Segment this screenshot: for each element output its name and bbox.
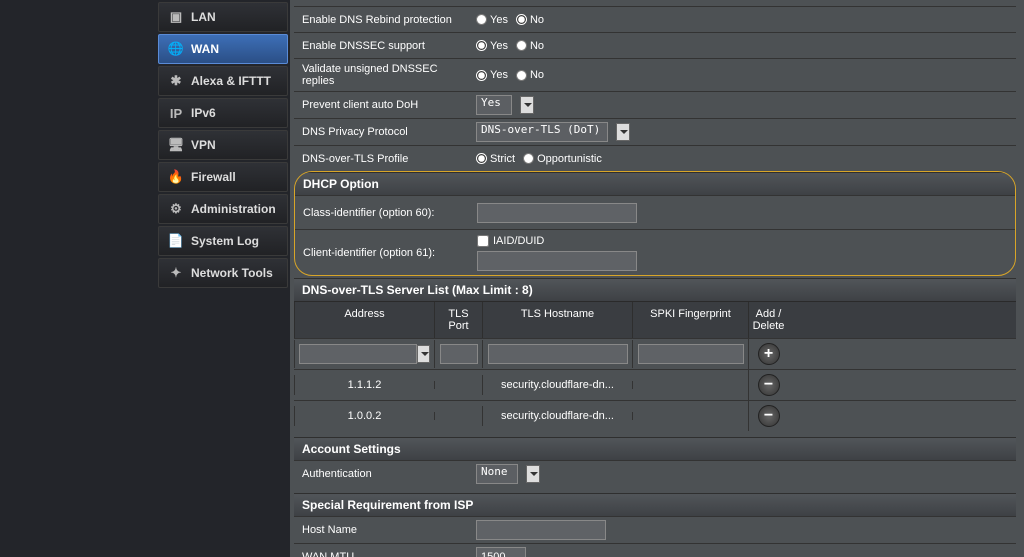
tls-port [434,412,482,420]
sidebar-item-syslog[interactable]: 📄 System Log [158,226,288,256]
tls-list-header: DNS-over-TLS Server List (Max Limit : 8) [294,278,1016,301]
profile-opp[interactable] [523,153,534,164]
add-button[interactable]: + [758,343,780,365]
sidebar-item-label: Alexa & IFTTT [191,74,271,88]
vpn-icon: 🖥 [167,136,185,154]
hostname-label: Host Name [294,520,470,540]
alexa-icon: ✱ [167,72,185,90]
opt60-input[interactable] [477,203,637,223]
opt61-label: Client-identifier (option 61): [295,243,471,263]
syslog-icon: 📄 [167,232,185,250]
profile-strict[interactable] [476,153,487,164]
mtu-label: WAN MTU [294,547,470,557]
privacy-label: DNS Privacy Protocol [294,122,470,142]
auth-select[interactable]: None [476,464,518,484]
sidebar-item-nettools[interactable]: ✦ Network Tools [158,258,288,288]
sidebar-item-label: IPv6 [191,106,216,120]
dnssec-yes[interactable] [476,40,487,51]
sidebar-item-firewall[interactable]: 🔥 Firewall [158,162,288,192]
sidebar-item-admin[interactable]: ⚙ Administration [158,194,288,224]
admin-icon: ⚙ [167,200,185,218]
tls-spki-input[interactable] [638,344,744,364]
iaid-label: IAID/DUID [493,235,544,247]
tls-host: security.cloudflare-dn... [482,406,632,426]
dhcp-option-highlight: DHCP Option Class-identifier (option 60)… [294,171,1016,276]
col-spki: SPKI Fingerprint [632,302,748,338]
col-address: Address [294,302,434,338]
table-row: 1.1.1.2 security.cloudflare-dn... − [294,369,1016,400]
tls-spki [632,412,748,420]
sidebar-item-label: VPN [191,138,216,152]
sidebar-item-label: WAN [191,42,219,56]
tls-spki [632,381,748,389]
col-port: TLS Port [434,302,482,338]
validate-yes[interactable] [476,70,487,81]
tls-host: security.cloudflare-dn... [482,375,632,395]
mtu-input[interactable] [476,547,526,557]
sidebar-item-wan[interactable]: 🌐 WAN [158,34,288,64]
account-header: Account Settings [294,437,1016,460]
sidebar-item-vpn[interactable]: 🖥 VPN [158,130,288,160]
dhcp-option-header: DHCP Option [295,172,1015,195]
sidebar-item-alexa[interactable]: ✱ Alexa & IFTTT [158,66,288,96]
chevron-down-icon[interactable] [417,345,430,363]
opt60-label: Class-identifier (option 60): [295,203,471,223]
tls-input-row: + [294,338,1016,369]
rebind-no[interactable] [516,14,527,25]
tls-table-header: Address TLS Port TLS Hostname SPKI Finge… [294,301,1016,338]
chevron-down-icon[interactable] [616,123,630,141]
sidebar-item-label: Firewall [191,170,236,184]
tls-host-input[interactable] [488,344,628,364]
dnssec-label: Enable DNSSEC support [294,36,470,56]
firewall-icon: 🔥 [167,168,185,186]
col-action: Add / Delete [748,302,788,338]
sidebar-item-label: Administration [191,202,276,216]
tls-addr: 1.1.1.2 [294,375,434,395]
delete-button[interactable]: − [758,405,780,427]
rebind-yes[interactable] [476,14,487,25]
tls-addr-input[interactable] [299,344,417,364]
hostname-input[interactable] [476,520,606,540]
isp-header: Special Requirement from ISP [294,493,1016,516]
dnssec-no[interactable] [516,40,527,51]
validate-no[interactable] [516,70,527,81]
nettools-icon: ✦ [167,264,185,282]
privacy-select[interactable]: DNS-over-TLS (DoT) [476,122,608,142]
chevron-down-icon[interactable] [520,96,534,114]
sidebar-item-label: LAN [191,10,216,24]
auth-label: Authentication [294,464,470,484]
ipv6-icon: IP [167,104,185,122]
col-host: TLS Hostname [482,302,632,338]
profile-label: DNS-over-TLS Profile [294,149,470,169]
dns-rebind-label: Enable DNS Rebind protection [294,10,470,30]
table-row: 1.0.0.2 security.cloudflare-dn... − [294,400,1016,431]
lan-icon: ▣ [167,8,185,26]
preventdoh-select[interactable]: Yes [476,95,512,115]
sidebar-item-label: System Log [191,234,259,248]
main-content: DNS Yes No Enable DNS Rebind protection … [290,0,1024,557]
sidebar: ▣ LAN 🌐 WAN ✱ Alexa & IFTTT IP IPv6 🖥 VP… [0,0,290,557]
delete-button[interactable]: − [758,374,780,396]
tls-port [434,381,482,389]
validate-label: Validate unsigned DNSSEC replies [294,59,470,91]
opt61-input[interactable] [477,251,637,271]
sidebar-item-lan[interactable]: ▣ LAN [158,2,288,32]
chevron-down-icon[interactable] [526,465,540,483]
preventdoh-label: Prevent client auto DoH [294,95,470,115]
tls-addr: 1.0.0.2 [294,406,434,426]
iaid-checkbox[interactable] [477,235,489,247]
sidebar-item-label: Network Tools [191,266,273,280]
wan-icon: 🌐 [167,40,185,58]
dns-label: DNS [294,0,470,4]
tls-port-input[interactable] [440,344,478,364]
sidebar-item-ipv6[interactable]: IP IPv6 [158,98,288,128]
